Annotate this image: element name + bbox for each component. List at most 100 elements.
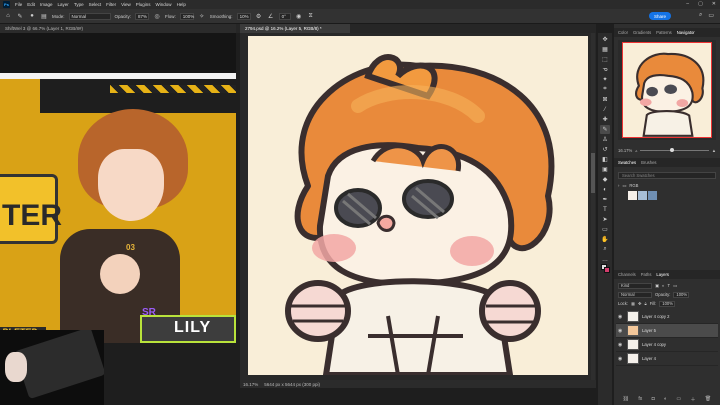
- flow-field[interactable]: 100%: [179, 12, 194, 20]
- scroll-thumb[interactable]: [591, 153, 595, 193]
- artboard-tool-icon[interactable]: ▦: [600, 45, 610, 54]
- zoom-tool-icon[interactable]: ⌕: [600, 245, 610, 254]
- close-icon[interactable]: ✕: [712, 1, 716, 7]
- drawing-canvas[interactable]: [248, 36, 588, 375]
- brush-preset-icon[interactable]: ●: [28, 12, 36, 20]
- layer-name[interactable]: Layer 4 copy: [642, 342, 666, 347]
- menu-window[interactable]: Window: [156, 2, 172, 7]
- navigator-preview[interactable]: [618, 40, 716, 140]
- home-icon[interactable]: ⌂: [4, 12, 12, 20]
- layer-row[interactable]: ◉ Layer 4 copy: [616, 338, 718, 352]
- new-layer-icon[interactable]: ＋: [691, 396, 696, 403]
- tab-layers[interactable]: Layers: [656, 272, 669, 277]
- zoom-readout[interactable]: 16.17%: [243, 382, 258, 387]
- menu-plugins[interactable]: Plugins: [136, 2, 151, 7]
- menu-image[interactable]: Image: [40, 2, 53, 7]
- swatch-chip[interactable]: [648, 191, 657, 200]
- layer-name[interactable]: Layer 5: [642, 328, 656, 333]
- main-document-window[interactable]: [240, 33, 596, 380]
- dodge-tool-icon[interactable]: ◐: [600, 185, 610, 194]
- gradient-tool-icon[interactable]: ▣: [600, 165, 610, 174]
- menu-edit[interactable]: Edit: [27, 2, 35, 7]
- filter-shape-icon[interactable]: ▭: [673, 283, 677, 288]
- layer-opacity-field[interactable]: 100%: [673, 291, 690, 298]
- menu-filter[interactable]: Filter: [106, 2, 116, 7]
- move-tool-icon[interactable]: ✥: [600, 35, 610, 44]
- share-button[interactable]: Share: [649, 12, 671, 20]
- menu-file[interactable]: File: [15, 2, 22, 7]
- smoothing-field[interactable]: 10%: [236, 12, 251, 20]
- navigator-zoom-slider[interactable]: [640, 147, 709, 152]
- layer-mask-icon[interactable]: ◘: [652, 396, 655, 402]
- layer-row-selected[interactable]: ◉ Layer 5: [616, 324, 718, 338]
- crop-tool-icon[interactable]: ⌗: [600, 85, 610, 94]
- search-icon[interactable]: ⌕: [699, 12, 702, 19]
- zoom-out-icon[interactable]: ▵: [635, 148, 637, 153]
- swatch-chip[interactable]: [638, 191, 647, 200]
- swatches-search-input[interactable]: Search Swatches: [618, 172, 716, 179]
- brush-tool-icon[interactable]: ✎: [16, 12, 24, 20]
- layer-kind-filter[interactable]: Kind: [618, 282, 652, 289]
- layer-row[interactable]: ◉ Layer 4 copy 2: [616, 310, 718, 324]
- marquee-tool-icon[interactable]: ⬚: [600, 55, 610, 64]
- brush-tool-icon[interactable]: ✎: [600, 125, 610, 134]
- menu-view[interactable]: View: [121, 2, 131, 7]
- adjustment-layer-icon[interactable]: ◐: [664, 396, 667, 402]
- more-tools-icon[interactable]: …: [600, 255, 610, 264]
- tab-patterns[interactable]: Patterns: [656, 30, 672, 35]
- healing-brush-icon[interactable]: ✚: [600, 115, 610, 124]
- hand-tool-icon[interactable]: ✋: [600, 235, 610, 244]
- navigator-view-box[interactable]: [622, 42, 712, 138]
- workspace-icon[interactable]: ▭: [708, 12, 714, 19]
- tab-left-document[interactable]: ShiftWel 3 @ 66.7% (Layer 1, RGB/8#): [0, 24, 236, 33]
- navigator-zoom-value[interactable]: 16.17%: [618, 148, 632, 153]
- pen-tool-icon[interactable]: ✒: [600, 195, 610, 204]
- blur-tool-icon[interactable]: ◆: [600, 175, 610, 184]
- menu-layer[interactable]: Layer: [58, 2, 69, 7]
- symmetry-icon[interactable]: ⧖: [307, 12, 315, 20]
- maximize-icon[interactable]: ▢: [698, 1, 703, 7]
- lock-position-icon[interactable]: ✥: [638, 301, 642, 306]
- type-tool-icon[interactable]: T: [600, 205, 610, 214]
- brush-settings-icon[interactable]: ▤: [40, 12, 48, 20]
- pressure-opacity-icon[interactable]: ◎: [153, 12, 161, 20]
- tab-color[interactable]: Color: [618, 30, 628, 35]
- shape-tool-icon[interactable]: ▭: [600, 225, 610, 234]
- tab-brushes[interactable]: Brushes: [641, 160, 656, 165]
- background-color-swatch[interactable]: [604, 267, 610, 273]
- tab-swatches[interactable]: Swatches: [618, 160, 636, 165]
- layer-name[interactable]: Layer 4: [642, 356, 656, 361]
- lasso-tool-icon[interactable]: ᓀ: [600, 65, 610, 74]
- eyedropper-icon[interactable]: ⁄: [600, 105, 610, 114]
- swatch-chip[interactable]: [628, 191, 637, 200]
- airbrush-icon[interactable]: ✧: [198, 12, 206, 20]
- lock-pixels-icon[interactable]: ▦: [631, 301, 635, 306]
- visibility-eye-icon[interactable]: ◉: [618, 328, 624, 334]
- angle-icon[interactable]: ∠: [267, 12, 275, 20]
- swatch-folder[interactable]: › ▭ RGB: [618, 183, 638, 188]
- menu-type[interactable]: Type: [74, 2, 84, 7]
- filter-type-icon[interactable]: T: [668, 283, 671, 288]
- layer-name[interactable]: Layer 4 copy 2: [642, 314, 669, 319]
- smoothing-options-icon[interactable]: ⚙: [255, 12, 263, 20]
- menu-select[interactable]: Select: [89, 2, 102, 7]
- vertical-scrollbar[interactable]: [591, 33, 595, 380]
- visibility-eye-icon[interactable]: ◉: [618, 314, 624, 320]
- blend-mode-select[interactable]: Normal: [618, 291, 652, 298]
- visibility-eye-icon[interactable]: ◉: [618, 356, 624, 362]
- tab-navigator[interactable]: Navigator: [677, 30, 695, 35]
- chevron-right-icon[interactable]: ›: [618, 183, 619, 188]
- pressure-size-icon[interactable]: ◉: [295, 12, 303, 20]
- tab-channels[interactable]: Channels: [618, 272, 636, 277]
- mode-select[interactable]: Normal: [68, 12, 111, 20]
- visibility-eye-icon[interactable]: ◉: [618, 342, 624, 348]
- tab-main-document[interactable]: 2794.psd @ 16.2% (Layer 5, RGB/8) *: [240, 24, 350, 33]
- layer-fill-field[interactable]: 100%: [659, 300, 676, 307]
- eraser-tool-icon[interactable]: ◧: [600, 155, 610, 164]
- new-group-icon[interactable]: ▭: [676, 396, 681, 402]
- path-select-icon[interactable]: ➤: [600, 215, 610, 224]
- tab-gradients[interactable]: Gradients: [633, 30, 651, 35]
- opacity-field[interactable]: 87%: [135, 12, 150, 20]
- layer-row[interactable]: ◉ Layer 4: [616, 352, 718, 366]
- minimize-icon[interactable]: –: [686, 1, 689, 7]
